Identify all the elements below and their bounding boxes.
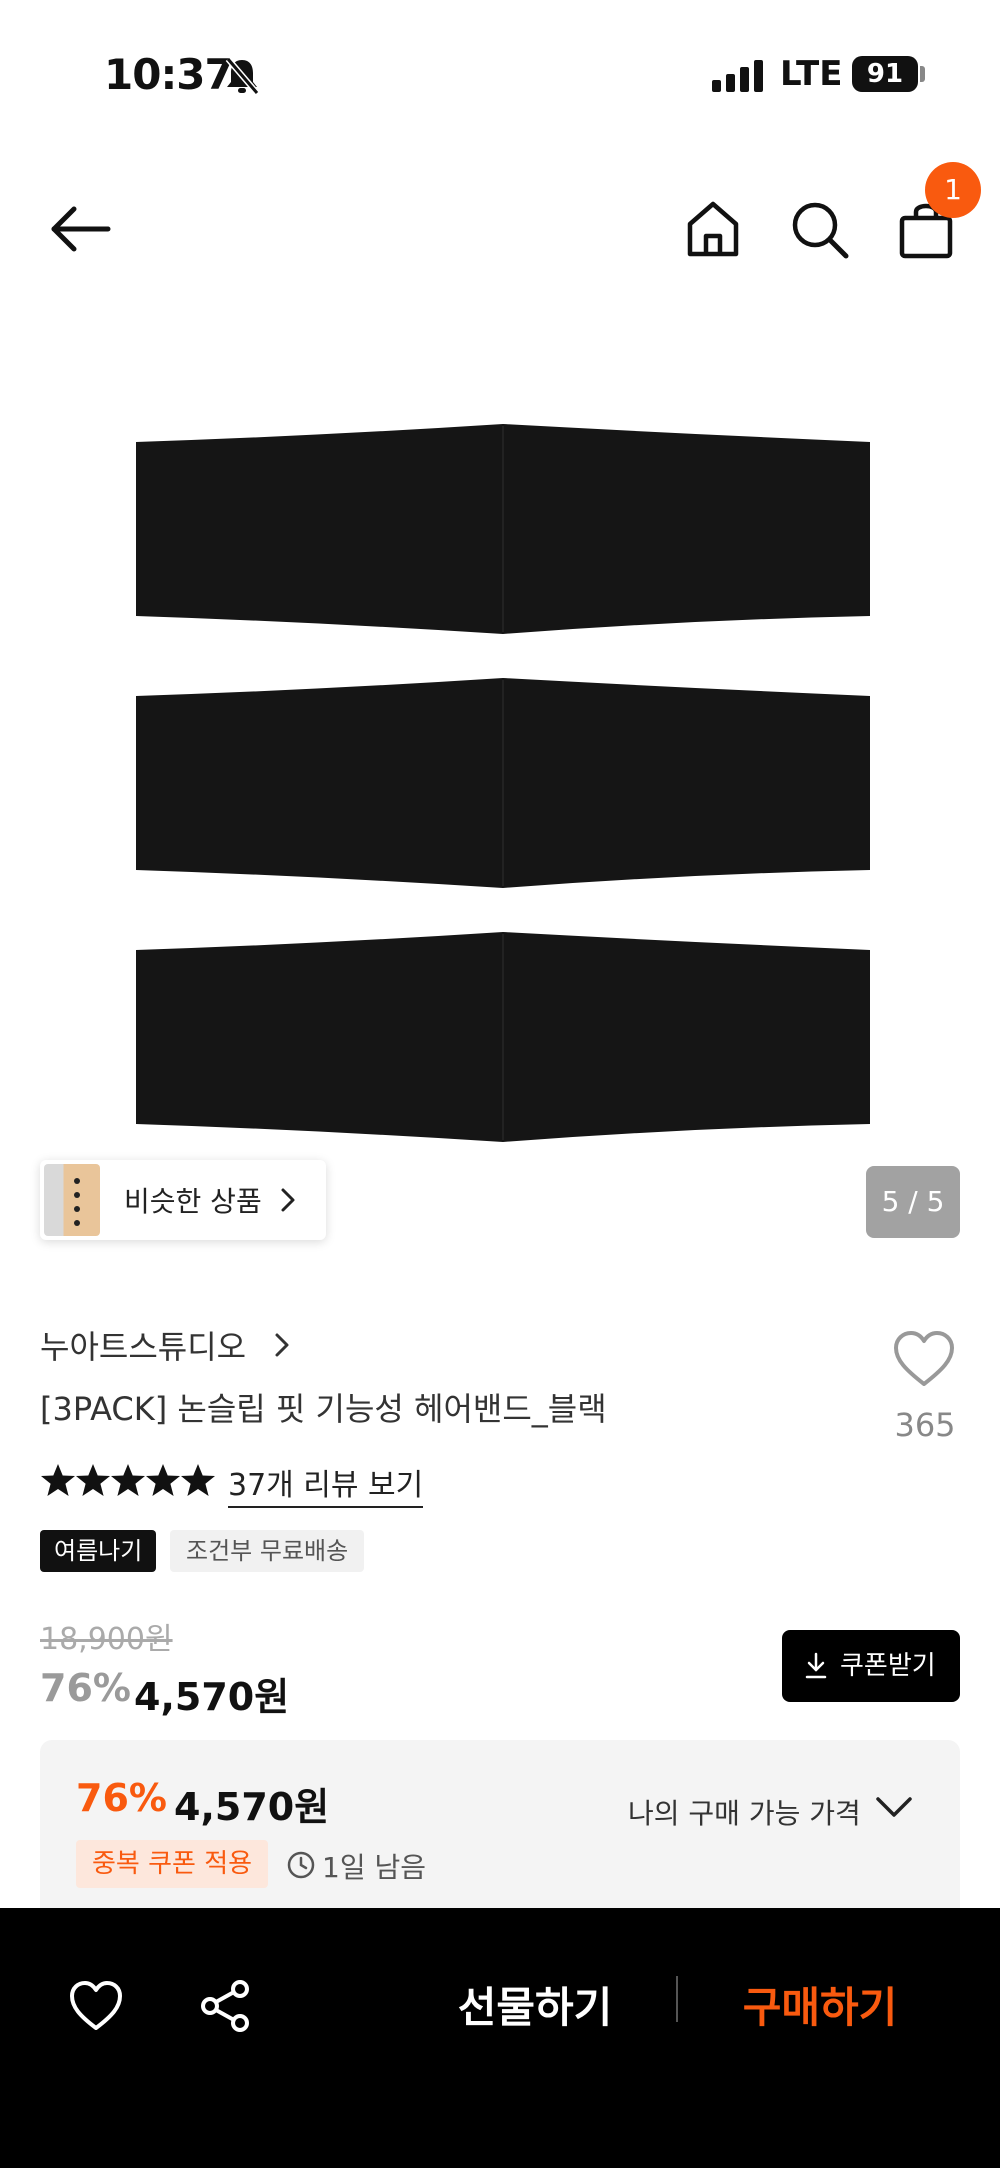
clock-icon [287,1851,315,1879]
similar-products-button[interactable]: 비슷한 상품 [40,1160,326,1240]
chevron-down-icon[interactable] [874,1794,914,1820]
benefit-discount-rate: 76% [76,1776,167,1820]
gift-button[interactable]: 선물하기 [420,1968,650,2048]
get-coupon-label: 쿠폰받기 [840,1651,936,1681]
stacked-coupon-badge: 중복 쿠폰 적용 [76,1840,269,1888]
similar-product-thumbnail [44,1164,100,1236]
home-icon[interactable] [678,194,748,264]
network-label: LTE [780,54,843,94]
review-link[interactable]: 37개 리뷰 보기 [228,1460,424,1508]
divider [676,1976,678,2022]
battery-tip [920,66,925,82]
sale-price: 4,570원 [134,1675,290,1719]
search-icon[interactable] [784,194,854,264]
like-count: 365 [894,1406,956,1444]
chevron-right-icon [281,1188,295,1212]
benefit-price: 4,570원 [174,1785,330,1829]
brand-link[interactable]: 누아트스튜디오 [40,1322,246,1368]
share-icon[interactable] [198,1978,254,2034]
product-image[interactable] [0,330,1000,1190]
chevron-right-icon [275,1333,289,1357]
heart-icon[interactable] [68,1978,124,2034]
bottom-action-bar: 선물하기 구매하기 [0,1908,1000,2168]
star-icon [76,1464,110,1496]
cart-count-badge: 1 [925,162,981,218]
status-time: 10:37 [104,50,234,99]
star-icon [41,1464,75,1496]
discount-rate: 76% [40,1666,131,1710]
star-icon [111,1464,145,1496]
status-bar: 10:37 LTE 91 [0,0,1000,140]
back-arrow-icon[interactable] [46,194,116,264]
my-price-panel[interactable]: 76% 4,570원 나의 구매 가능 가격 중복 쿠폰 적용 1일 남음 [40,1740,960,1920]
shipping-badge: 조건부 무료배송 [170,1530,365,1572]
tag-badge: 여름나기 [40,1530,157,1572]
similar-products-label: 비슷한 상품 [124,1185,262,1218]
rating-stars [41,1464,215,1496]
my-price-label: 나의 구매 가능 가격 [628,1797,861,1830]
heart-icon[interactable] [892,1330,956,1388]
headband-image [136,932,870,1142]
star-icon [181,1464,215,1496]
original-price: 18,900원 [40,1622,173,1657]
signal-icon [712,58,764,92]
get-coupon-button[interactable]: 쿠폰받기 [782,1630,960,1702]
buy-button[interactable]: 구매하기 [700,1968,940,2048]
download-icon [805,1652,827,1679]
top-nav [0,170,1000,290]
star-icon [146,1464,180,1496]
image-page-counter: 5 / 5 [866,1166,960,1238]
bell-off-icon [225,57,260,95]
product-title: [3PACK] 논슬립 핏 기능성 헤어밴드_블랙 [40,1390,607,1428]
headband-image [136,678,870,888]
time-remaining: 1일 남음 [322,1851,426,1884]
headband-image [136,424,870,634]
battery-icon: 91 [852,56,918,92]
